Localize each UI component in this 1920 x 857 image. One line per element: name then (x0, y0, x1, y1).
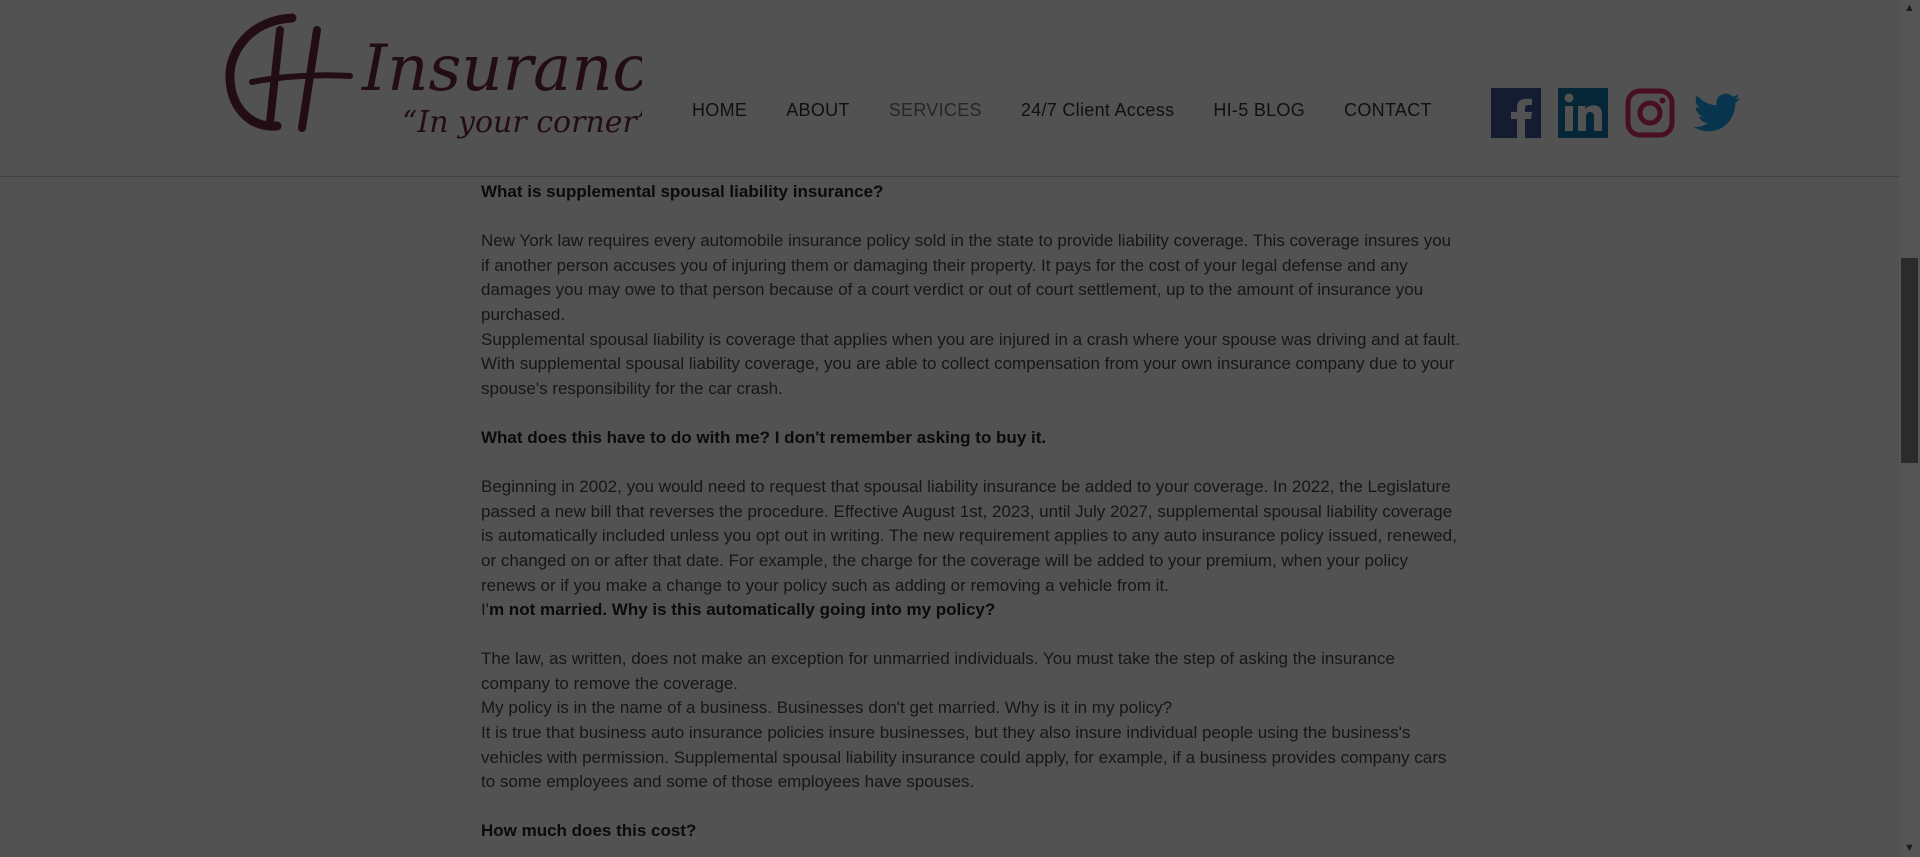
question-heading: What does this have to do with me? I don… (481, 427, 1047, 447)
paragraph: My policy is in the name of a business. … (481, 698, 1173, 718)
ch-insurance-logo[interactable]: Insurance “In your corner” (222, 10, 642, 145)
nav-home[interactable]: HOME (692, 100, 747, 121)
paragraph: Supplemental spousal liability is covera… (481, 329, 1461, 398)
scroll-up-arrow-icon[interactable]: ▲ (1899, 0, 1920, 17)
facebook-icon[interactable] (1491, 88, 1541, 138)
paragraph: New York law requires every automobile i… (481, 231, 1452, 324)
question-prefix: I' (481, 600, 489, 620)
instagram-icon[interactable] (1625, 88, 1675, 138)
nav-contact[interactable]: CONTACT (1344, 100, 1432, 121)
paragraph: Beginning in 2002, you would need to req… (481, 477, 1457, 595)
twitter-icon[interactable] (1692, 88, 1742, 138)
nav-services[interactable]: SERVICES (889, 100, 982, 121)
question-heading: I'm not married. Why is this automatical… (481, 598, 1461, 623)
logo-wordmark: Insurance (361, 32, 642, 106)
scrollbar-thumb[interactable] (1901, 258, 1918, 463)
page: Insurance “In your corner” HOME ABOUT SE… (0, 0, 1899, 857)
main-nav: HOME ABOUT SERVICES 24/7 Client Access H… (692, 100, 1432, 121)
vertical-scrollbar[interactable]: ▲ ▼ (1899, 0, 1920, 857)
question-text: m not married. Why is this automatically… (488, 600, 996, 620)
linkedin-icon[interactable] (1558, 88, 1608, 138)
question-heading: How much does this cost? (481, 821, 697, 841)
site-header: Insurance “In your corner” HOME ABOUT SE… (0, 0, 1899, 177)
nav-about[interactable]: ABOUT (786, 100, 850, 121)
nav-client-access[interactable]: 24/7 Client Access (1021, 100, 1174, 121)
scroll-down-arrow-icon[interactable]: ▼ (1899, 840, 1920, 857)
logo-tagline: “In your corner” (402, 105, 642, 140)
article-content: What is supplemental spousal liability i… (481, 176, 1461, 844)
question-heading: What is supplemental spousal liability i… (481, 182, 884, 201)
paragraph: It is true that business auto insurance … (481, 723, 1447, 792)
paragraph: The law, as written, does not make an ex… (481, 649, 1395, 693)
social-links (1491, 88, 1742, 138)
nav-blog[interactable]: HI-5 BLOG (1213, 100, 1305, 121)
